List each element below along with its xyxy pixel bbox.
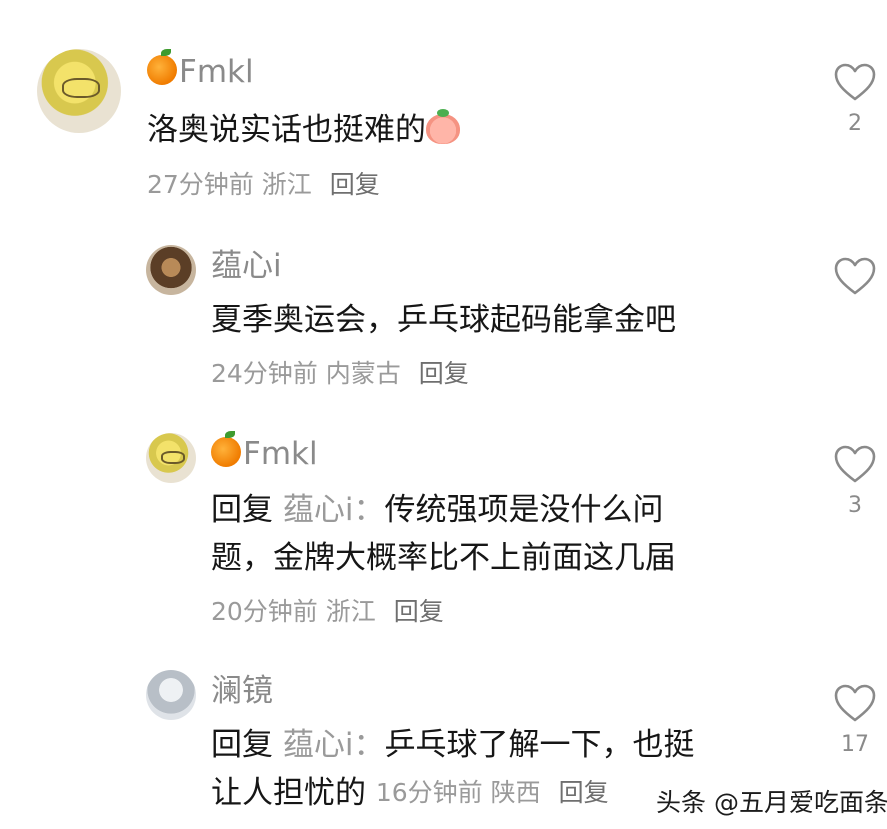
reply-button[interactable]: 回复 [330,170,380,199]
timestamp: 24分钟前 [211,359,318,388]
username[interactable]: 澜镜 [211,673,273,709]
heart-outline-icon [834,63,876,101]
reply-target[interactable]: 蕴心i： [283,492,385,528]
avatar[interactable] [146,670,196,720]
username[interactable]: Fmkl [211,431,318,472]
like-button[interactable] [833,256,877,296]
like-button[interactable]: 3 [833,444,877,518]
like-count: 3 [848,493,862,518]
location: 内蒙古 [325,359,401,388]
avatar[interactable] [146,245,196,295]
avatar[interactable] [146,433,196,483]
heart-outline-icon [834,684,876,722]
reply-button[interactable]: 回复 [419,359,469,388]
comment-text: 夏季奥运会，乒乓球起码能拿金吧 [211,302,676,338]
like-count: 2 [848,111,862,136]
username[interactable]: Fmkl [147,49,254,90]
comment-text: 回复 蕴心i：乒乓球了解一下，也挺 [211,727,695,763]
reply-button[interactable]: 回复 [559,778,609,807]
reply-prefix: 回复 [211,727,273,763]
watermark: 头条 @五月爱吃面条 [656,788,887,817]
comment-text: 让人担忧的 16分钟前 陕西 回复 [211,775,609,811]
reply-button[interactable]: 回复 [394,597,444,626]
timestamp: 20分钟前 [211,597,318,626]
comment-meta: 24分钟前 内蒙古 回复 [211,359,469,389]
like-button[interactable]: 17 [833,683,877,757]
avatar[interactable] [37,49,121,133]
comment-text: 回复 蕴心i：传统强项是没什么问 [211,492,664,528]
timestamp: 16分钟前 [375,778,483,807]
location: 陕西 [490,778,541,807]
orange-emoji-icon [147,49,177,85]
like-button[interactable]: 2 [833,62,877,136]
crying-face-emoji-icon [426,109,460,144]
comment-meta: 20分钟前 浙江 回复 [211,597,444,627]
location: 浙江 [261,170,312,199]
comment-meta: 16分钟前 陕西 回复 [376,778,609,807]
username[interactable]: 蕴心i [211,248,282,284]
comment-text: 题，金牌大概率比不上前面这几届 [211,540,676,576]
heart-outline-icon [834,257,876,295]
comment-text: 洛奥说实话也挺难的 [147,106,460,154]
orange-emoji-icon [211,431,241,467]
timestamp: 27分钟前 [147,170,254,199]
comment-meta: 27分钟前 浙江 回复 [147,170,380,200]
heart-outline-icon [834,445,876,483]
reply-prefix: 回复 [211,492,273,528]
location: 浙江 [325,597,376,626]
reply-target[interactable]: 蕴心i： [283,727,385,763]
like-count: 17 [841,732,869,757]
